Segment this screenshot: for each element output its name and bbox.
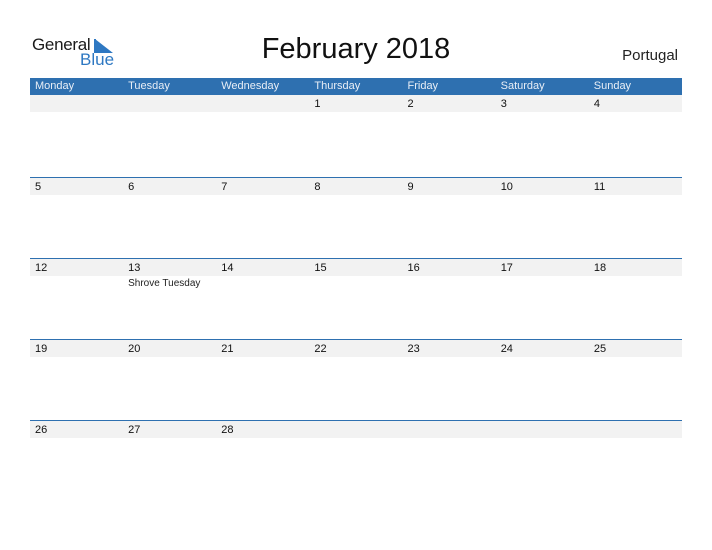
day-cell: 9 — [403, 178, 496, 258]
day-cell — [216, 95, 309, 175]
week-row: 12 13 Shrove Tuesday 14 15 16 17 18 — [30, 258, 682, 340]
day-cell: 12 — [30, 259, 123, 339]
day-cell: 26 — [30, 421, 123, 501]
day-number: 10 — [500, 181, 513, 193]
day-number: 14 — [221, 262, 234, 274]
week-row: 1 2 3 4 — [30, 95, 682, 176]
day-cell: 7 — [216, 178, 309, 258]
day-number: 24 — [500, 343, 513, 355]
day-cell: 10 — [496, 178, 589, 258]
day-cell: 11 — [589, 178, 682, 258]
holiday-event: Shrove Tuesday — [128, 278, 201, 289]
day-cell: 13 Shrove Tuesday — [123, 259, 216, 339]
day-cell — [589, 421, 682, 501]
day-number: 5 — [35, 181, 42, 193]
day-number: 2 — [407, 98, 414, 110]
day-number: 19 — [35, 343, 48, 355]
day-number: 25 — [593, 343, 607, 355]
day-cell: 22 — [309, 340, 402, 420]
country-label: Portugal — [622, 47, 678, 64]
day-cell — [123, 95, 216, 175]
weekday-saturday: Saturday — [500, 80, 545, 92]
day-cell: 5 — [30, 178, 123, 258]
day-number: 17 — [500, 262, 513, 274]
day-number: 26 — [35, 424, 48, 436]
weekday-monday: Monday — [35, 80, 75, 92]
day-cell: 2 — [403, 95, 496, 175]
day-number: 27 — [128, 424, 141, 436]
day-number: 15 — [314, 262, 327, 274]
day-number: 4 — [593, 98, 600, 110]
day-cell: 17 — [496, 259, 589, 339]
day-cell: 1 — [309, 95, 402, 175]
week-row: 19 20 21 22 23 24 25 — [30, 339, 682, 421]
day-number: 3 — [500, 98, 507, 110]
day-cell: 8 — [309, 178, 402, 258]
weekday-friday: Friday — [407, 80, 439, 92]
day-number: 28 — [221, 424, 234, 436]
day-cell — [403, 421, 496, 501]
day-cell: 25 — [589, 340, 682, 420]
week-row: 5 6 7 8 9 10 11 — [30, 177, 682, 259]
weekday-wednesday: Wednesday — [221, 80, 280, 92]
day-cell: 18 — [589, 259, 682, 339]
day-cell: 20 — [123, 340, 216, 420]
day-cell: 28 — [216, 421, 309, 501]
day-cell: 16 — [403, 259, 496, 339]
day-number: 6 — [128, 181, 135, 193]
day-number: 16 — [407, 262, 420, 274]
day-cell: 21 — [216, 340, 309, 420]
day-number: 9 — [407, 181, 414, 193]
weekday-header: Monday Tuesday Wednesday Thursday Friday… — [30, 78, 682, 95]
day-cell: 15 — [309, 259, 402, 339]
day-cell: 19 — [30, 340, 123, 420]
day-number: 13 — [128, 262, 141, 274]
day-cell: 14 — [216, 259, 309, 339]
weekday-sunday: Sunday — [593, 80, 632, 92]
day-cell: 3 — [496, 95, 589, 175]
day-number: 11 — [593, 181, 606, 193]
week-row: 26 27 28 — [30, 420, 682, 502]
day-cell — [309, 421, 402, 501]
day-number: 20 — [128, 343, 141, 355]
calendar-title: February 2018 — [261, 33, 451, 65]
day-number: 8 — [314, 181, 321, 193]
weekday-thursday: Thursday — [314, 80, 361, 92]
day-number: 23 — [407, 343, 420, 355]
day-number: 7 — [221, 181, 228, 193]
day-cell: 4 — [589, 95, 682, 175]
day-cell: 23 — [403, 340, 496, 420]
day-cell — [496, 421, 589, 501]
day-number: 18 — [593, 262, 607, 274]
day-cell: 27 — [123, 421, 216, 501]
day-cell — [30, 95, 123, 175]
day-number: 22 — [314, 343, 327, 355]
day-cell: 6 — [123, 178, 216, 258]
day-number: 1 — [314, 98, 321, 110]
day-number: 21 — [221, 343, 234, 355]
day-cell: 24 — [496, 340, 589, 420]
day-number: 12 — [35, 262, 48, 274]
weekday-tuesday: Tuesday — [128, 80, 170, 92]
